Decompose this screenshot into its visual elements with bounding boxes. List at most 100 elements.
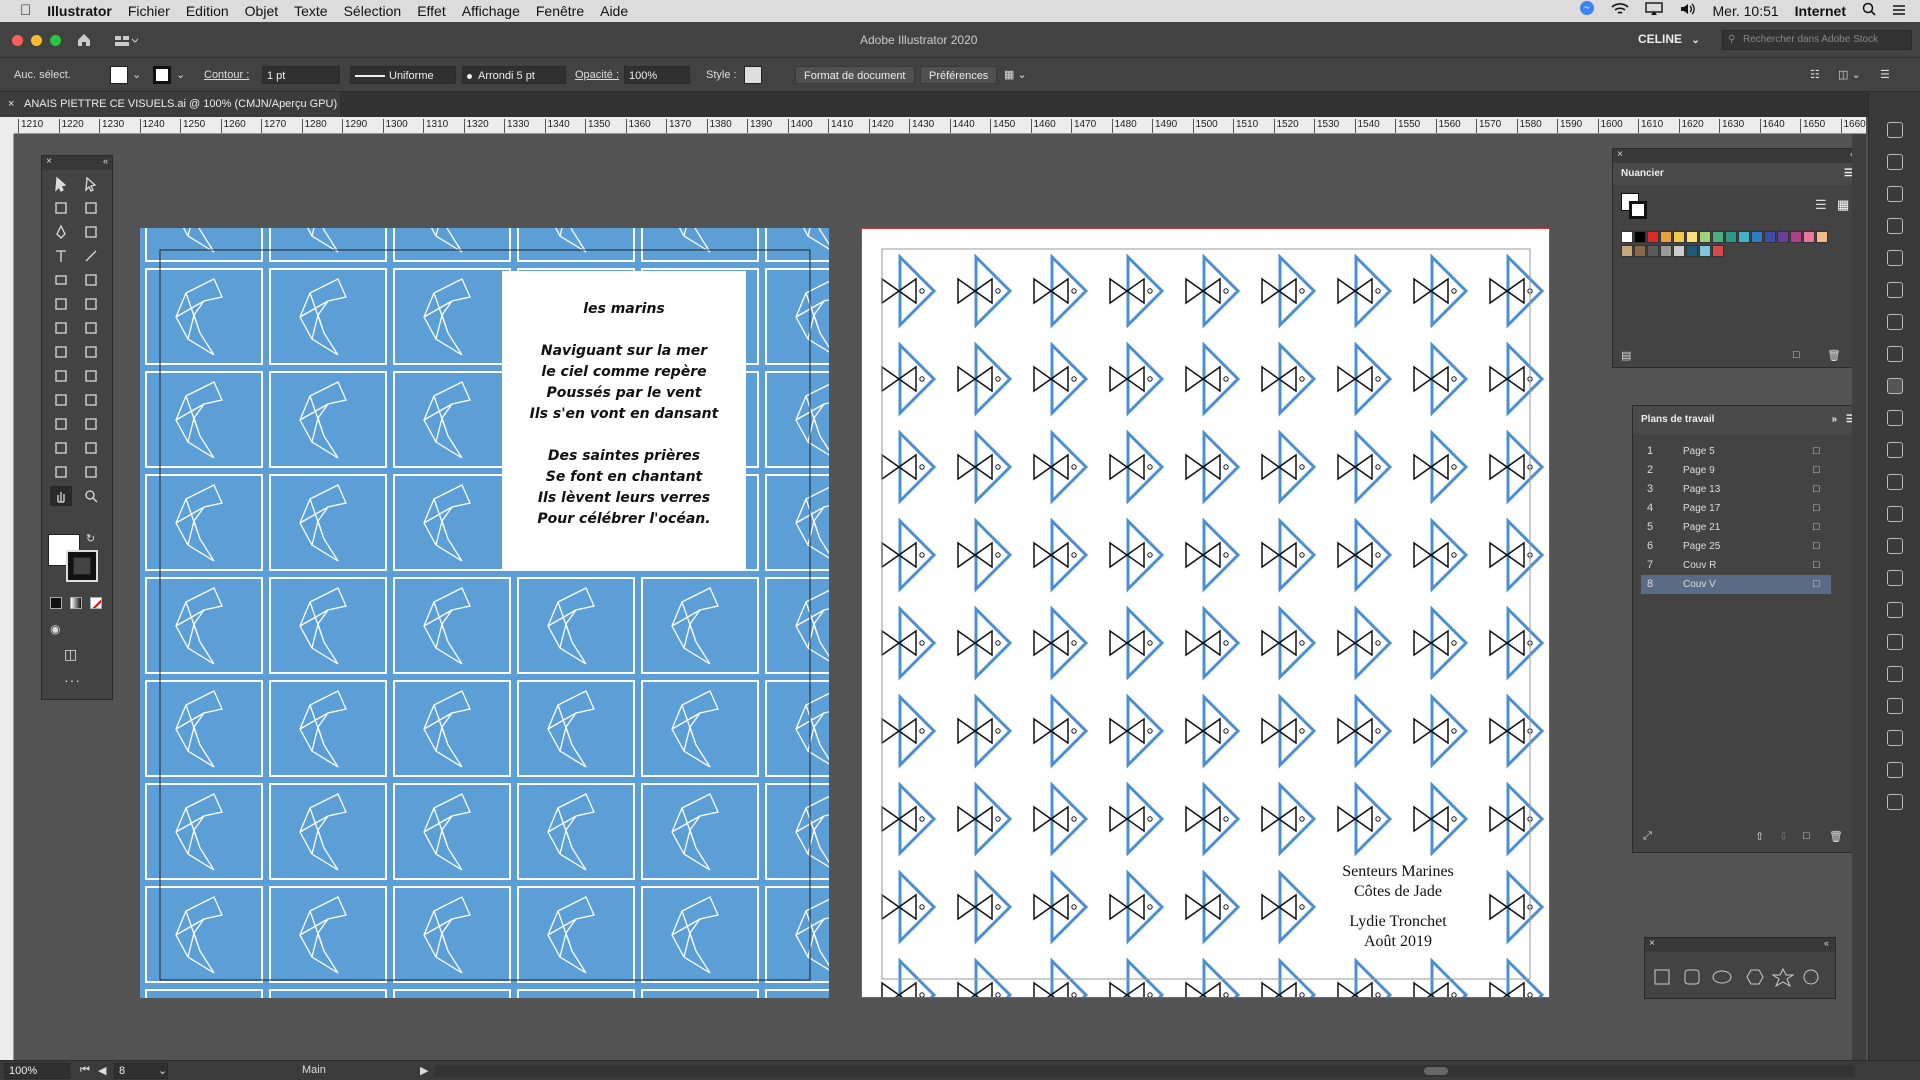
swatch[interactable] — [1647, 245, 1659, 257]
rectangle-shape-icon[interactable] — [1654, 969, 1670, 985]
properties-icon[interactable] — [1887, 154, 1903, 170]
ellipse-shape-icon[interactable] — [1712, 970, 1732, 984]
artboard-options-icon[interactable]: □ — [1813, 518, 1820, 537]
color-mode-icon[interactable] — [50, 597, 62, 609]
swatch[interactable] — [1738, 231, 1750, 243]
first-artboard-icon[interactable]: ⏮ — [80, 1064, 90, 1077]
swatch[interactable] — [1647, 231, 1659, 243]
swatch[interactable] — [1686, 245, 1698, 257]
swatch[interactable] — [1660, 231, 1672, 243]
shape-builder-tool-icon[interactable] — [50, 366, 72, 386]
menu-aide[interactable]: Aide — [592, 0, 636, 22]
pen-tool-icon[interactable] — [50, 222, 72, 242]
artboards-panel-title[interactable]: Plans de travail» ☰ — [1633, 406, 1863, 434]
libraries-icon[interactable] — [1887, 218, 1903, 234]
apple-icon[interactable]:  — [0, 0, 39, 22]
list-view-icon[interactable]: ☰ — [1815, 197, 1827, 213]
close-icon[interactable]: × — [1649, 938, 1655, 949]
tool-menu-icon[interactable]: ▶ — [420, 1064, 428, 1077]
type-tool-icon[interactable] — [50, 246, 72, 266]
close-icon[interactable]: × — [1617, 149, 1623, 160]
swatch[interactable] — [1673, 245, 1685, 257]
close-tab-icon[interactable]: × — [8, 92, 14, 117]
current-fill-stroke[interactable] — [1621, 193, 1647, 219]
screen-mode-icon[interactable]: ◫ — [64, 646, 77, 663]
artboard-options-icon[interactable]: □ — [1813, 480, 1820, 499]
menu-list-icon[interactable] — [1884, 0, 1920, 22]
swatch[interactable] — [1699, 231, 1711, 243]
swatch[interactable] — [1751, 231, 1763, 243]
blend-tool-icon[interactable] — [80, 414, 102, 434]
close-icon[interactable]: × — [46, 156, 52, 167]
stroke-icon[interactable] — [1887, 410, 1903, 426]
gradient-icon[interactable] — [1887, 314, 1903, 330]
network-name[interactable]: Internet — [1787, 0, 1854, 22]
swatch[interactable] — [1660, 245, 1672, 257]
menu-fenetre[interactable]: Fenêtre — [528, 0, 592, 22]
shaper-tool-icon[interactable] — [50, 294, 72, 314]
brushes-icon[interactable] — [1887, 634, 1903, 650]
vertical-scrollbar[interactable] — [1852, 134, 1866, 1060]
new-swatch-icon[interactable]: □ — [1793, 349, 1800, 361]
document-setup-button[interactable]: Format de document — [795, 66, 915, 84]
stroke-weight-field[interactable]: 1 pt — [262, 66, 340, 84]
paintbrush-tool-icon[interactable] — [80, 270, 102, 290]
horizontal-scrollbar[interactable] — [434, 1065, 1854, 1077]
collapse-icon[interactable]: « — [1824, 938, 1829, 948]
artboard-options-icon[interactable]: □ — [1813, 499, 1820, 518]
draw-mode-icon[interactable]: ◉ — [50, 622, 60, 636]
layers-panel-icon[interactable] — [1887, 378, 1903, 394]
opacity-label[interactable]: Opacité : — [575, 66, 619, 84]
image-trace-icon[interactable] — [1887, 762, 1903, 778]
appearance-icon[interactable] — [1887, 346, 1903, 362]
delete-swatch-icon[interactable]: 🗑 — [1827, 349, 1841, 362]
new-artboard-icon[interactable]: □ — [1803, 830, 1810, 842]
grid-view-icon[interactable]: ▦ — [1837, 197, 1849, 213]
zoom-field[interactable]: 100% — [4, 1063, 70, 1079]
gradient-mode-icon[interactable] — [70, 597, 82, 609]
mesh-tool-icon[interactable] — [50, 390, 72, 410]
ruler-origin[interactable] — [0, 117, 14, 134]
rotate-tool-icon[interactable] — [50, 318, 72, 338]
workspace-switcher[interactable]: CELINE ⌄ — [1638, 32, 1700, 46]
artboard-options-icon[interactable]: □ — [1813, 537, 1820, 556]
artboard-options-icon[interactable]: □ — [1813, 556, 1820, 575]
stock-search[interactable]: ⚲ Rechercher dans Adobe Stock — [1722, 30, 1912, 50]
cover-text-frame[interactable]: Senteurs Marines Côtes de Jade Lydie Tro… — [1318, 862, 1478, 952]
menu-effet[interactable]: Effet — [409, 0, 454, 22]
none-mode-icon[interactable] — [90, 597, 102, 609]
prev-artboard-icon[interactable]: ◀ — [98, 1064, 106, 1077]
symbols-icon[interactable] — [1887, 666, 1903, 682]
line-tool-icon[interactable] — [80, 246, 102, 266]
artboard-row[interactable]: 7 Couv R □ — [1641, 556, 1831, 575]
menu-selection[interactable]: Sélection — [336, 0, 410, 22]
swatch[interactable] — [1621, 245, 1633, 257]
stroke-swatch[interactable] — [153, 66, 171, 84]
fill-swatch[interactable] — [110, 66, 128, 84]
home-icon[interactable] — [76, 32, 92, 53]
direct-selection-tool-icon[interactable] — [80, 174, 102, 194]
fill-dropdown-icon[interactable]: ⌄ — [132, 66, 141, 84]
swatch[interactable] — [1712, 245, 1724, 257]
zoom-tool-icon[interactable] — [80, 486, 102, 506]
free-transform-tool-icon[interactable] — [80, 342, 102, 362]
artboard-row[interactable]: 6 Page 25 □ — [1641, 537, 1831, 556]
spotlight-icon[interactable] — [1854, 0, 1884, 22]
eraser-tool-icon[interactable] — [80, 294, 102, 314]
hand-tool-icon[interactable] — [50, 486, 72, 506]
swatch[interactable] — [1634, 231, 1646, 243]
airplay-icon[interactable] — [1637, 0, 1671, 22]
artboard-options-icon[interactable]: □ — [1813, 575, 1820, 594]
opacity-field[interactable]: 100% — [624, 66, 690, 84]
arrange-docs-icon[interactable] — [114, 34, 139, 52]
swatch-icon[interactable] — [1887, 442, 1903, 458]
artboard-row[interactable]: 3 Page 13 □ — [1641, 480, 1831, 499]
arrange-icon[interactable]: ▦ ⌄ — [1004, 66, 1027, 84]
artboard-row[interactable]: 2 Page 9 □ — [1641, 461, 1831, 480]
fill-stroke-widget[interactable]: ↻ — [48, 533, 98, 582]
stroke-dropdown-icon[interactable]: ⌄ — [176, 66, 185, 84]
column-graph-tool-icon[interactable] — [80, 438, 102, 458]
artboard-tool-icon[interactable] — [50, 462, 72, 482]
transform-icon[interactable] — [1887, 282, 1903, 298]
swatch[interactable] — [1686, 231, 1698, 243]
